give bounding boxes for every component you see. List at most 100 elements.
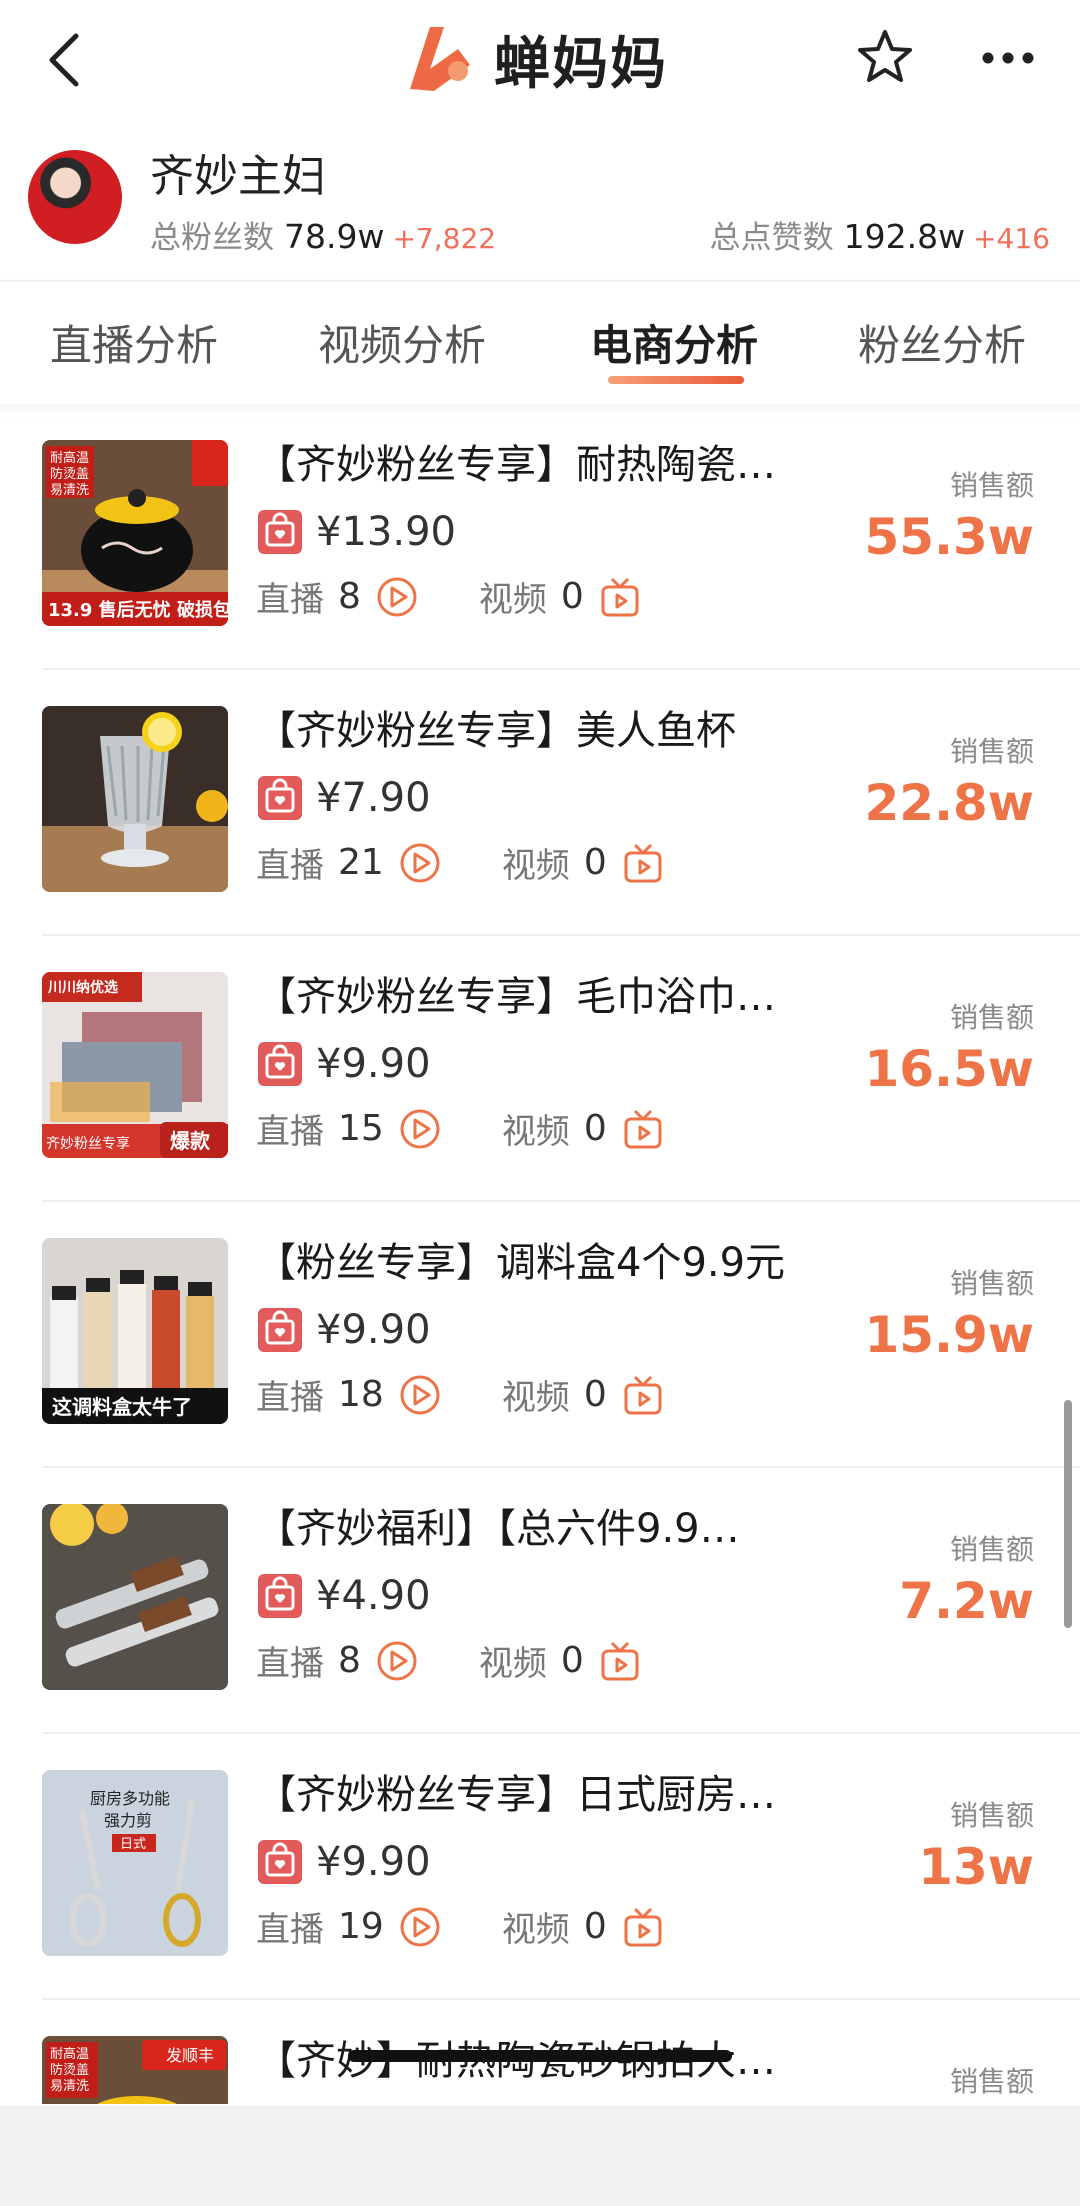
live-label: 直播 xyxy=(256,1378,324,1418)
product-item[interactable]: 13.9 售后无忧 破损包赔 耐高温防烫盖易清洗 【齐妙粉丝专享】耐热陶瓷… ¥… xyxy=(0,404,1080,670)
star-icon[interactable] xyxy=(856,28,914,86)
sales-value: 7.2w xyxy=(899,1572,1034,1630)
live-count: 8 xyxy=(338,576,361,617)
play-circle-icon[interactable] xyxy=(375,1639,419,1683)
tv-icon[interactable] xyxy=(598,1639,642,1683)
product-title[interactable]: 【齐妙粉丝专享】日式厨房… xyxy=(256,1762,836,1820)
video-label: 视频 xyxy=(478,580,547,620)
shop-bag-icon xyxy=(258,1308,302,1352)
tv-icon[interactable] xyxy=(621,1373,665,1417)
video-label: 视频 xyxy=(501,1112,570,1152)
svg-text:川川纳优选: 川川纳优选 xyxy=(47,979,118,996)
play-circle-icon[interactable] xyxy=(398,1107,442,1151)
fans-stat: 总粉丝数 78.9w +7,822 xyxy=(150,212,496,257)
product-meta: 直播 8 视频 0 xyxy=(256,572,642,621)
product-title[interactable]: 【粉丝专享】调料盒4个9.9元 xyxy=(256,1230,836,1288)
sales-label: 销售额 xyxy=(949,469,1034,502)
svg-text:防烫盖: 防烫盖 xyxy=(50,466,89,482)
fans-value: 78.9w xyxy=(284,217,385,256)
tv-icon[interactable] xyxy=(621,1107,665,1151)
play-circle-icon[interactable] xyxy=(375,575,419,619)
video-count: 0 xyxy=(560,576,584,617)
product-price: ¥4.90 xyxy=(316,1573,431,1619)
product-price: ¥9.90 xyxy=(316,1307,431,1353)
shop-bag-icon xyxy=(258,776,302,820)
product-price: ¥13.90 xyxy=(316,509,456,555)
live-label: 直播 xyxy=(256,846,324,886)
svg-text:发顺丰: 发顺丰 xyxy=(166,2046,214,2065)
product-item[interactable]: 厨房多功能 强力剪 日式 【齐妙粉丝专享】日式厨房… ¥9.90 直播 19 视… xyxy=(0,1734,1080,2000)
product-price: ¥9.90 xyxy=(316,1839,431,1885)
product-thumbnail xyxy=(42,1504,228,1690)
analysis-tabs: 直播分析 视频分析 电商分析 粉丝分析 xyxy=(0,280,1080,404)
product-meta: 直播 18 视频 0 xyxy=(256,1370,665,1419)
play-circle-icon[interactable] xyxy=(398,841,442,885)
fans-delta: +7,822 xyxy=(392,222,497,255)
live-count: 8 xyxy=(338,1640,361,1681)
bottom-safe-area xyxy=(0,2106,1080,2206)
product-title[interactable]: 【齐妙粉丝专享】耐热陶瓷… xyxy=(256,432,836,490)
sales-value: 22.8w xyxy=(864,774,1034,832)
svg-text:爆款: 爆款 xyxy=(170,1129,211,1153)
more-dots-icon[interactable] xyxy=(978,40,1038,76)
product-item[interactable]: 【齐妙粉丝专享】美人鱼杯 ¥7.90 直播 21 视频 0 销售额 22.8w xyxy=(0,670,1080,936)
avatar[interactable] xyxy=(28,150,122,244)
product-item[interactable]: 【齐妙福利】【总六件9.9… ¥4.90 直播 8 视频 0 销售额 7.2w xyxy=(0,1468,1080,1734)
shop-bag-icon xyxy=(258,510,302,554)
tab-video-analysis[interactable]: 视频分析 xyxy=(318,312,486,373)
live-label: 直播 xyxy=(256,1644,324,1684)
tab-ecommerce-analysis[interactable]: 电商分析 xyxy=(590,312,758,373)
product-title[interactable]: 【齐妙粉丝专享】美人鱼杯 xyxy=(256,698,836,756)
video-count: 0 xyxy=(560,1640,584,1681)
product-item[interactable]: 川川纳优选 齐妙粉丝专享 爆款 【齐妙粉丝专享】毛巾浴巾… ¥9.90 直播 1… xyxy=(0,936,1080,1202)
tv-icon[interactable] xyxy=(598,575,642,619)
sales-label: 销售额 xyxy=(949,1533,1034,1566)
svg-text:强力剪: 强力剪 xyxy=(104,1811,152,1830)
product-price: ¥9.90 xyxy=(316,1041,431,1087)
live-count: 15 xyxy=(338,1108,384,1149)
fans-label: 总粉丝数 xyxy=(150,220,274,256)
tv-icon[interactable] xyxy=(621,841,665,885)
live-count: 19 xyxy=(338,1906,384,1947)
product-thumbnail: 这调料盒太牛了 xyxy=(42,1238,228,1424)
tv-icon[interactable] xyxy=(621,1905,665,1949)
product-meta: 直播 15 视频 0 xyxy=(256,1104,665,1153)
svg-text:齐妙粉丝专享: 齐妙粉丝专享 xyxy=(46,1135,130,1152)
product-item[interactable]: 这调料盒太牛了 【粉丝专享】调料盒4个9.9元 ¥9.90 直播 18 视频 0… xyxy=(0,1202,1080,1468)
sales-value: 13w xyxy=(918,1838,1034,1896)
video-label: 视频 xyxy=(501,846,570,886)
shop-bag-icon xyxy=(258,1840,302,1884)
svg-text:耐高温: 耐高温 xyxy=(50,450,89,466)
scrollbar[interactable] xyxy=(1064,1400,1072,1628)
brand: 蝉妈妈 xyxy=(400,14,668,104)
product-thumbnail: 厨房多功能 强力剪 日式 xyxy=(42,1770,228,1956)
product-title[interactable]: 【齐妙粉丝专享】毛巾浴巾… xyxy=(256,964,836,1022)
svg-text:易清洗: 易清洗 xyxy=(50,483,89,498)
back-chevron-icon[interactable] xyxy=(40,30,90,90)
likes-value: 192.8w xyxy=(843,217,966,256)
tab-live-analysis[interactable]: 直播分析 xyxy=(50,312,218,373)
home-indicator[interactable] xyxy=(348,2050,732,2062)
live-count: 18 xyxy=(338,1374,384,1415)
profile-header: 齐妙主妇 总粉丝数 78.9w +7,822 总点赞数 192.8w +416 xyxy=(0,120,1080,280)
sales-label: 销售额 xyxy=(949,1799,1034,1832)
svg-text:耐高温: 耐高温 xyxy=(50,2046,89,2062)
product-title[interactable]: 【齐妙福利】【总六件9.9… xyxy=(256,1496,836,1554)
product-thumbnail: 耐高温 防烫盖 易清洗 发顺丰 xyxy=(42,2036,228,2104)
active-tab-indicator xyxy=(608,376,744,384)
tab-fans-analysis[interactable]: 粉丝分析 xyxy=(858,312,1026,373)
play-circle-icon[interactable] xyxy=(398,1373,442,1417)
video-count: 0 xyxy=(583,842,607,883)
likes-delta: +416 xyxy=(973,222,1050,255)
live-count: 21 xyxy=(338,842,384,883)
product-price: ¥7.90 xyxy=(316,775,431,821)
live-label: 直播 xyxy=(256,1112,324,1152)
video-count: 0 xyxy=(583,1906,607,1947)
sales-value: 15.9w xyxy=(864,1306,1034,1364)
shop-bag-icon xyxy=(258,1574,302,1618)
brand-name: 蝉妈妈 xyxy=(494,31,668,97)
play-circle-icon[interactable] xyxy=(398,1905,442,1949)
live-label: 直播 xyxy=(256,580,324,620)
svg-text:厨房多功能: 厨房多功能 xyxy=(90,1789,170,1808)
sales-label: 销售额 xyxy=(949,2065,1034,2098)
